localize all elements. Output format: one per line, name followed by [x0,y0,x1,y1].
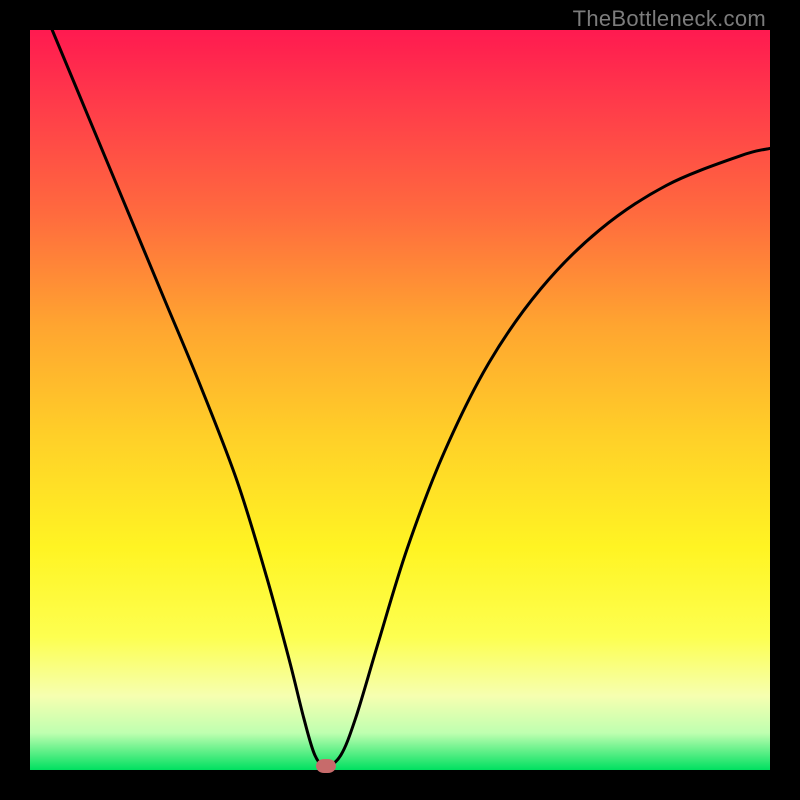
optimal-point-marker [316,759,336,773]
plot-area [30,30,770,770]
watermark-text: TheBottleneck.com [573,6,766,32]
outer-frame: TheBottleneck.com [0,0,800,800]
curve-path [52,30,770,766]
bottleneck-curve [30,30,770,770]
